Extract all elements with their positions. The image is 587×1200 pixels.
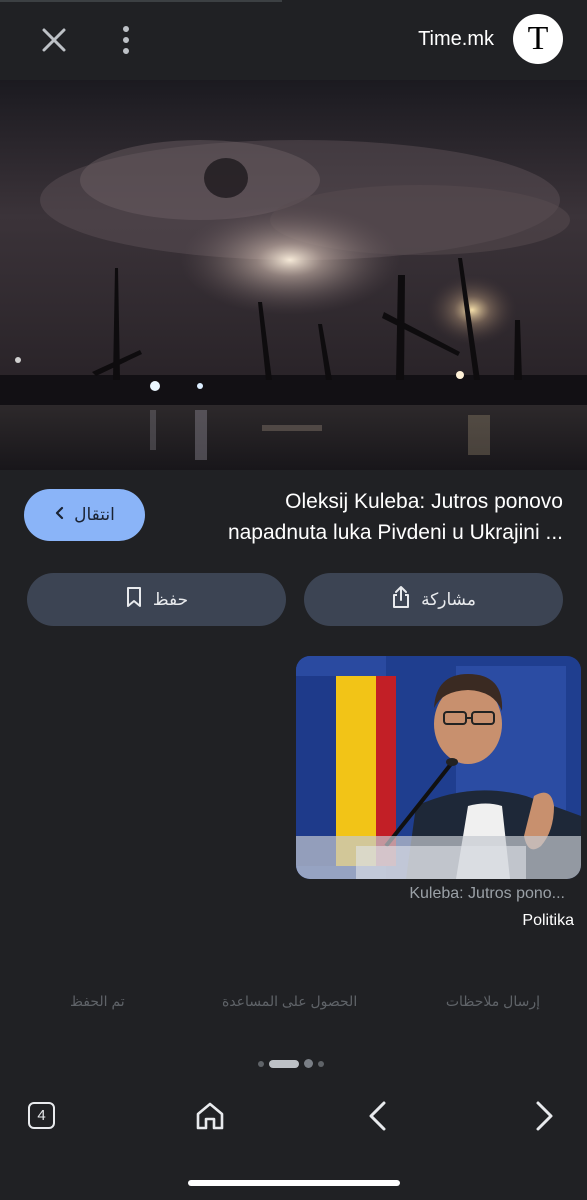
related-article-thumbnail	[296, 656, 581, 879]
chevron-right-icon	[536, 1101, 553, 1131]
visit-label: انتقال	[74, 505, 115, 524]
close-button[interactable]	[38, 24, 70, 56]
article-title-line-2: napadnuta luka Pivdeni u Ukrajini ...	[227, 521, 563, 544]
tabs-button[interactable]: 4	[28, 1102, 55, 1129]
more-vert-icon	[123, 26, 129, 54]
visit-button[interactable]: انتقال	[24, 489, 145, 541]
page-dot	[304, 1059, 313, 1068]
page-dot-active	[269, 1059, 299, 1068]
page-indicator	[258, 1059, 324, 1068]
related-article-card[interactable]	[296, 656, 581, 879]
article-title-row: انتقال Oleksij Kuleba: Jutros ponovo nap…	[0, 470, 587, 570]
home-indicator[interactable]	[188, 1180, 400, 1186]
viewer-header: Time.mk T	[0, 0, 587, 80]
page-dot	[318, 1060, 324, 1067]
home-button[interactable]	[193, 1099, 227, 1133]
related-article-title[interactable]: Kuleba: Jutros pono...	[305, 885, 565, 903]
forward-button[interactable]	[530, 1099, 558, 1133]
article-title[interactable]: Oleksij Kuleba: Jutros ponovo napadnuta …	[168, 486, 563, 548]
bookmark-icon	[125, 586, 143, 613]
night-port-photo	[0, 80, 587, 470]
save-button[interactable]: حفظ	[27, 573, 286, 626]
save-label: حفظ	[152, 589, 189, 609]
site-logo[interactable]: T	[513, 14, 563, 64]
back-button[interactable]	[364, 1099, 392, 1133]
saved-link[interactable]: تم الحفظ	[70, 993, 125, 1010]
home-icon	[196, 1102, 224, 1130]
close-icon	[42, 28, 66, 52]
chevron-left-icon	[54, 506, 66, 525]
related-article-source: Politika	[522, 912, 574, 929]
send-feedback-link[interactable]: إرسال ملاحظات	[446, 993, 540, 1010]
hero-image[interactable]	[0, 80, 587, 470]
bottom-navigation: 4	[0, 1085, 587, 1150]
more-options-button[interactable]	[112, 22, 140, 58]
share-icon	[391, 585, 411, 614]
page-dot	[258, 1060, 264, 1067]
site-name[interactable]: Time.mk	[418, 28, 494, 51]
share-label: مشاركة	[421, 589, 476, 609]
get-help-link[interactable]: الحصول على المساعدة	[222, 993, 357, 1010]
chevron-left-icon	[369, 1101, 386, 1131]
share-button[interactable]: مشاركة	[304, 573, 563, 626]
tab-count: 4	[37, 1107, 46, 1124]
article-title-line-1: Oleksij Kuleba: Jutros ponovo	[285, 490, 563, 513]
